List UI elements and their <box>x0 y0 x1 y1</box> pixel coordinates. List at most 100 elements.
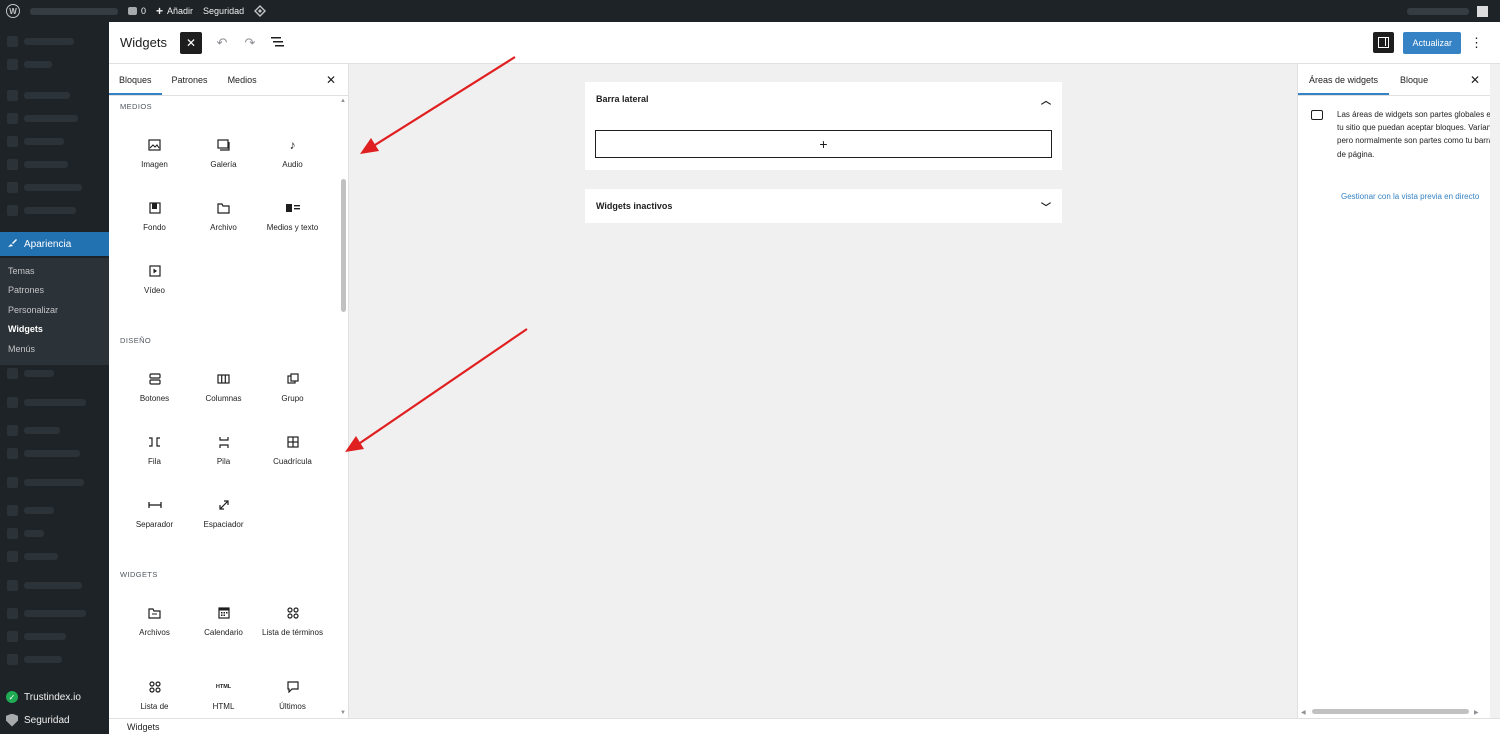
block-spacer[interactable]: Espaciador <box>189 498 258 530</box>
breadcrumb-item[interactable]: Widgets <box>127 722 160 732</box>
menu-item-blurred[interactable] <box>0 442 109 465</box>
tab-patterns[interactable]: Patrones <box>162 64 218 95</box>
inserter-scrollbar[interactable] <box>341 179 346 312</box>
scroll-up-arrow-icon[interactable]: ▲ <box>340 98 346 104</box>
user-name-blurred[interactable] <box>1407 7 1469 15</box>
menu-item-blurred[interactable] <box>0 130 109 153</box>
chevron-up-icon[interactable]: ︿ <box>1041 92 1051 107</box>
tab-widget-areas[interactable]: Áreas de widgets <box>1298 64 1389 95</box>
gallery-icon <box>217 138 231 152</box>
site-name-blurred[interactable] <box>30 0 118 22</box>
menu-item-blurred[interactable] <box>0 153 109 176</box>
menu-item-blurred[interactable] <box>0 465 109 499</box>
image-icon <box>148 138 162 152</box>
menu-item-blurred[interactable] <box>0 625 109 648</box>
html-icon: HTML <box>215 684 232 690</box>
widget-area-header[interactable]: Widgets inactivos ﹀ <box>585 189 1062 223</box>
diamond-icon[interactable] <box>254 0 267 22</box>
menu-item-trustindex[interactable]: ✓ Trustindex.io <box>0 686 109 708</box>
tab-block[interactable]: Bloque <box>1389 64 1439 95</box>
block-label: Imagen <box>141 160 168 169</box>
menu-item-blurred[interactable] <box>0 30 109 53</box>
block-label: HTML <box>212 702 235 711</box>
scroll-left-arrow-icon[interactable]: ◀ <box>1301 709 1306 716</box>
settings-toggle-button[interactable] <box>1373 32 1395 53</box>
block-archives[interactable]: Archivos <box>120 606 189 638</box>
menu-item-blurred[interactable] <box>0 545 109 568</box>
block-gallery[interactable]: Galería <box>189 138 258 170</box>
menu-item-blurred[interactable] <box>0 176 109 199</box>
menu-item-blurred[interactable] <box>0 84 109 107</box>
undo-icon[interactable]: ↶ <box>214 35 230 51</box>
menu-item-blurred[interactable] <box>0 568 109 602</box>
sidebar-vertical-scrollbar[interactable] <box>1490 64 1500 718</box>
menu-item-blurred[interactable] <box>0 522 109 545</box>
block-grid[interactable]: Cuadrícula <box>258 435 327 467</box>
block-stack[interactable]: Pila <box>189 435 258 467</box>
close-inserter-button[interactable]: ✕ <box>179 31 202 54</box>
manage-live-preview-link[interactable]: Gestionar con la vista previa en directo <box>1341 192 1500 201</box>
submenu-item-widgets[interactable]: Widgets <box>0 320 109 339</box>
block-html[interactable]: HTML HTML <box>189 680 258 712</box>
block-categories-list[interactable]: Lista de <box>120 680 189 712</box>
block-row[interactable]: Fila <box>120 435 189 467</box>
block-separator[interactable]: Separador <box>120 498 189 530</box>
sidebar-horizontal-scrollbar[interactable] <box>1312 709 1469 714</box>
block-label: Pila <box>216 457 231 466</box>
menu-item-blurred[interactable] <box>0 199 109 222</box>
submenu-item-patterns[interactable]: Patrones <box>0 281 109 300</box>
block-label: Galería <box>210 160 237 169</box>
buttons-icon <box>148 372 162 386</box>
add-block-button[interactable]: + <box>595 130 1052 158</box>
comments-link[interactable]: 0 <box>128 0 146 22</box>
menu-item-blurred[interactable] <box>0 419 109 442</box>
menu-item-security[interactable]: Seguridad <box>0 709 109 731</box>
block-terms-list[interactable]: Lista de términos <box>258 606 327 638</box>
menu-item-blurred[interactable] <box>0 362 109 385</box>
block-calendar[interactable]: Calendario <box>189 606 258 638</box>
block-columns[interactable]: Columnas <box>189 372 258 404</box>
block-video[interactable]: Vídeo <box>120 264 189 296</box>
scroll-right-arrow-icon[interactable]: ▶ <box>1474 709 1479 716</box>
menu-item-appearance[interactable]: Apariencia <box>0 232 109 256</box>
list-view-icon[interactable] <box>270 35 286 50</box>
block-label: Botones <box>139 394 170 403</box>
submenu-item-customize[interactable]: Personalizar <box>0 301 109 320</box>
cover-icon <box>148 201 162 215</box>
block-image[interactable]: Imagen <box>120 138 189 170</box>
menu-item-blurred[interactable] <box>0 385 109 419</box>
paintbrush-icon <box>6 237 18 252</box>
block-latest-comments[interactable]: Últimos <box>258 680 327 712</box>
close-icon[interactable]: ✕ <box>326 73 336 87</box>
update-button[interactable]: Actualizar <box>1403 31 1461 54</box>
more-options-icon[interactable]: ⋮ <box>1470 35 1483 51</box>
menu-item-blurred[interactable] <box>0 602 109 625</box>
menu-item-blurred[interactable] <box>0 648 109 671</box>
block-file[interactable]: Archivo <box>189 201 258 233</box>
menu-item-blurred[interactable] <box>0 107 109 130</box>
tab-media[interactable]: Medios <box>218 64 267 95</box>
menu-item-blurred[interactable] <box>0 499 109 522</box>
plus-icon: + <box>156 4 164 18</box>
comments-count: 0 <box>141 6 147 16</box>
menu-item-blurred[interactable] <box>0 53 109 76</box>
close-icon[interactable]: ✕ <box>1470 73 1480 87</box>
block-group[interactable]: Grupo <box>258 372 327 404</box>
widget-area-header[interactable]: Barra lateral ︿ <box>585 82 1062 116</box>
scroll-down-arrow-icon[interactable]: ▼ <box>340 710 346 716</box>
add-new-link[interactable]: + Añadir <box>156 0 193 22</box>
wordpress-logo-icon[interactable]: W <box>6 4 20 18</box>
avatar[interactable] <box>1477 5 1488 17</box>
admin-bar: W 0 + Añadir Seguridad <box>0 0 1500 22</box>
chevron-down-icon[interactable]: ﹀ <box>1041 199 1051 214</box>
block-cover[interactable]: Fondo <box>120 201 189 233</box>
submenu-item-menus[interactable]: Menús <box>0 340 109 359</box>
tab-blocks[interactable]: Bloques <box>109 64 162 95</box>
stack-icon <box>217 435 231 449</box>
security-link[interactable]: Seguridad <box>203 0 244 22</box>
redo-icon[interactable]: ↷ <box>242 35 258 51</box>
block-buttons[interactable]: Botones <box>120 372 189 404</box>
submenu-item-themes[interactable]: Temas <box>0 262 109 281</box>
block-audio[interactable]: ♪ Audio <box>258 138 327 170</box>
block-media-text[interactable]: Medios y texto <box>258 201 327 233</box>
